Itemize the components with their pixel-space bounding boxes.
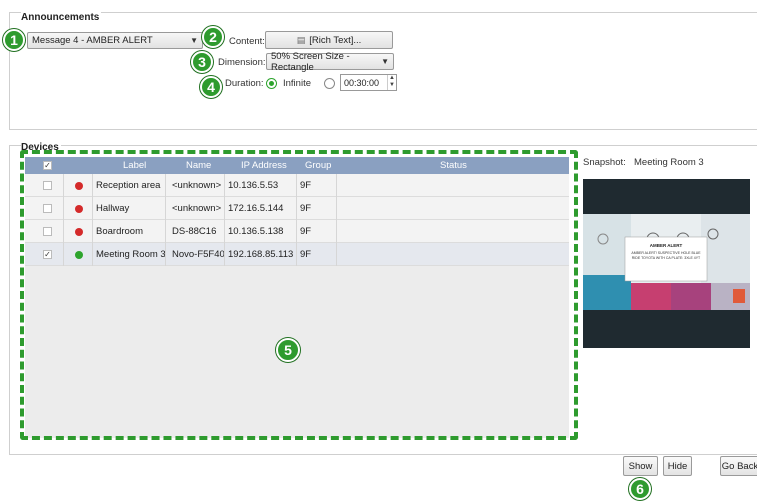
time-spinner[interactable]: ▲ ▼ bbox=[387, 75, 396, 90]
chevron-down-icon: ▼ bbox=[381, 57, 389, 66]
devices-highlight-box bbox=[20, 150, 578, 440]
callout-badge-2: 2 bbox=[202, 26, 224, 48]
callout-badge-4: 4 bbox=[200, 76, 222, 98]
rich-text-button-label: [Rich Text]... bbox=[309, 34, 362, 46]
snapshot-alert-text: AMBER ALERT! SUSPECTIVE HOLE BLUE RIDE T… bbox=[631, 251, 701, 260]
rich-text-button[interactable]: ▤ [Rich Text]... bbox=[265, 31, 393, 49]
duration-time-value: 00:30:00 bbox=[344, 77, 380, 88]
document-icon: ▤ bbox=[296, 34, 306, 45]
chevron-down-icon: ▼ bbox=[190, 36, 198, 45]
duration-time-input[interactable]: 00:30:00 ▲ ▼ bbox=[340, 74, 397, 91]
callout-badge-6: 6 bbox=[629, 478, 651, 500]
message-select[interactable]: Message 4 - AMBER ALERT ▼ bbox=[27, 32, 203, 49]
dimension-label: Dimension: bbox=[218, 57, 266, 68]
snapshot-label: Snapshot: bbox=[583, 157, 626, 168]
callout-badge-5: 5 bbox=[276, 338, 300, 362]
announcements-title: Announcements bbox=[21, 12, 102, 23]
dimension-select[interactable]: 50% Screen Size - Rectangle ▼ bbox=[266, 50, 394, 73]
duration-time-radio[interactable] bbox=[324, 78, 335, 89]
duration-infinite-radio[interactable] bbox=[266, 78, 277, 89]
duration-infinite-label: Infinite bbox=[283, 78, 311, 89]
content-label: Content: bbox=[229, 36, 265, 47]
snapshot-alert-title: AMBER ALERT bbox=[650, 243, 683, 248]
hide-button[interactable]: Hide bbox=[663, 456, 692, 476]
message-select-value: Message 4 - AMBER ALERT bbox=[32, 35, 153, 46]
dimension-select-value: 50% Screen Size - Rectangle bbox=[271, 50, 350, 73]
snapshot-image: AMBER ALERT AMBER ALERT! SUSPECTIVE HOLE… bbox=[583, 179, 750, 348]
show-button[interactable]: Show bbox=[623, 456, 658, 476]
snapshot-device-name: Meeting Room 3 bbox=[634, 157, 704, 168]
snapshot-preview: AMBER ALERT AMBER ALERT! SUSPECTIVE HOLE… bbox=[583, 179, 750, 348]
duration-label: Duration: bbox=[225, 78, 264, 89]
callout-badge-3: 3 bbox=[191, 51, 213, 73]
callout-badge-1: 1 bbox=[3, 29, 25, 51]
announcements-panel bbox=[9, 12, 757, 130]
go-back-button[interactable]: Go Back bbox=[720, 456, 757, 476]
